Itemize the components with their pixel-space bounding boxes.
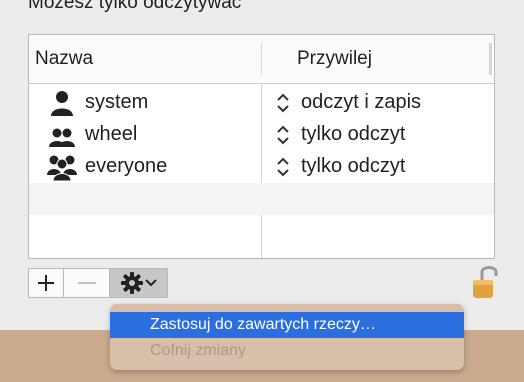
privilege-value[interactable]: tylko odczyt bbox=[301, 155, 405, 178]
chevron-down-icon bbox=[144, 279, 157, 287]
empty-row bbox=[29, 183, 494, 215]
permissions-table: Nazwa Przywilej system odczyt i zapis wh… bbox=[28, 34, 495, 259]
gear-icon bbox=[120, 272, 143, 294]
menu-item-revert-changes: Cofnij zmiany bbox=[110, 338, 464, 364]
table-row[interactable]: everyone tylko odczyt bbox=[29, 151, 494, 183]
table-header: Nazwa Przywilej bbox=[29, 35, 494, 84]
user-name: system bbox=[85, 91, 149, 113]
menu-item-label: Cofnij zmiany bbox=[150, 342, 247, 359]
group-icon bbox=[49, 128, 75, 147]
permissions-status-text: Możesz tylko odczytywać bbox=[28, 0, 242, 13]
privilege-value[interactable]: odczyt i zapis bbox=[301, 91, 421, 114]
stepper-updown-icon[interactable] bbox=[275, 92, 291, 114]
sharing-permissions-panel: Możesz tylko odczytywać Nazwa Przywilej … bbox=[0, 0, 524, 330]
header-scroll-indicator bbox=[489, 43, 492, 75]
table-row[interactable]: system odczyt i zapis bbox=[29, 87, 494, 119]
empty-row bbox=[29, 215, 494, 247]
user-name: everyone bbox=[85, 155, 168, 177]
privilege-value[interactable]: tylko odczyt bbox=[301, 123, 405, 146]
menu-item-apply-to-enclosed[interactable]: Zastosuj do zawartych rzeczy… bbox=[110, 312, 464, 338]
gear-context-menu: Zastosuj do zawartych rzeczy… Cofnij zmi… bbox=[110, 304, 464, 370]
permissions-toolbar bbox=[28, 268, 168, 300]
table-row[interactable]: wheel tylko odczyt bbox=[29, 119, 494, 151]
unlocked-padlock-icon[interactable] bbox=[470, 262, 500, 302]
everyone-icon bbox=[47, 155, 77, 181]
minus-icon bbox=[77, 282, 96, 284]
gear-action-button[interactable] bbox=[110, 268, 168, 298]
plus-icon bbox=[38, 275, 54, 291]
remove-user-button[interactable] bbox=[64, 268, 110, 298]
stepper-updown-icon[interactable] bbox=[275, 124, 291, 146]
column-header-name[interactable]: Nazwa bbox=[35, 48, 93, 70]
user-name: wheel bbox=[85, 123, 138, 145]
table-rows: system odczyt i zapis wheel tylko odczyt… bbox=[29, 87, 494, 247]
column-divider[interactable] bbox=[261, 43, 262, 75]
single-user-icon bbox=[51, 91, 73, 116]
column-header-privilege[interactable]: Przywilej bbox=[297, 48, 372, 70]
stepper-updown-icon[interactable] bbox=[275, 156, 291, 178]
add-user-button[interactable] bbox=[28, 268, 64, 298]
menu-item-label: Zastosuj do zawartych rzeczy… bbox=[150, 316, 376, 333]
